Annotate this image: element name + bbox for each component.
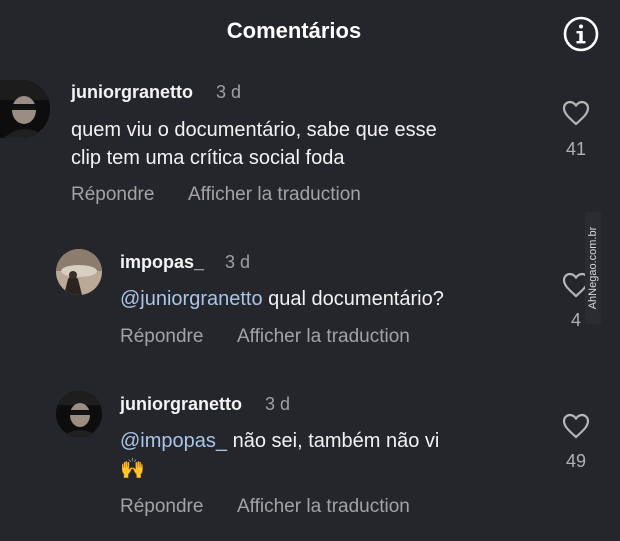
comment-time: 3 d xyxy=(216,82,242,102)
comment-body: qual documentário? xyxy=(262,288,444,310)
raised-hands-emoji: 🙌 xyxy=(120,458,145,480)
reply-button[interactable]: Répondre xyxy=(120,326,203,348)
mention-link[interactable]: @impopas_ xyxy=(120,430,227,452)
watermark-text: AhNegao.com.br xyxy=(587,226,599,310)
comment-text: @juniorgranetto qual documentário? xyxy=(120,285,444,313)
like-heart-icon[interactable] xyxy=(562,413,590,439)
comment-username[interactable]: impopas_ xyxy=(120,252,204,273)
comment-text: quem viu o documentário, sabe que esse c… xyxy=(71,119,437,169)
comment-time: 3 d xyxy=(265,394,291,414)
translate-button[interactable]: Afficher la traduction xyxy=(237,326,410,348)
like-heart-icon[interactable] xyxy=(562,100,590,126)
watermark: AhNegao.com.br xyxy=(586,214,600,324)
like-count: 49 xyxy=(565,451,587,471)
translate-button[interactable]: Afficher la traduction xyxy=(188,184,361,206)
reply-button[interactable]: Répondre xyxy=(71,184,154,206)
avatar[interactable] xyxy=(56,391,102,437)
reply-button[interactable]: Répondre xyxy=(120,496,203,518)
avatar[interactable] xyxy=(0,80,50,138)
comment-body: não sei, também não vi xyxy=(227,430,440,452)
translate-button[interactable]: Afficher la traduction xyxy=(237,496,410,518)
like-count: 41 xyxy=(565,139,587,159)
comment-time: 3 d xyxy=(225,252,251,272)
avatar[interactable] xyxy=(56,249,102,295)
comment-username[interactable]: juniorgranetto xyxy=(71,82,193,103)
comment-username[interactable]: juniorgranetto xyxy=(120,394,242,415)
comment-text: @impopas_ não sei, também não vi xyxy=(120,427,439,455)
info-icon[interactable] xyxy=(562,15,600,53)
mention-link[interactable]: @juniorgranetto xyxy=(120,288,263,310)
page-title: Comentários xyxy=(226,18,362,43)
